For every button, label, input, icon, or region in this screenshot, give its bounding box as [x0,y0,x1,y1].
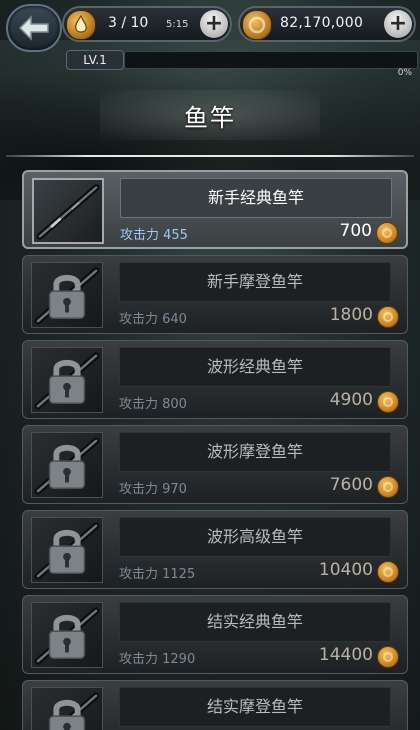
rod-name: 新手摩登鱼竿 [119,262,391,302]
energy-value: 3 / 10 [108,15,149,31]
fishing-rod-icon [36,184,100,240]
rod-price: 700 [339,221,372,241]
rod-thumbnail [32,178,104,244]
rod-attack: 攻击力 970 [119,482,187,497]
level-percent: 0% [397,68,412,78]
rod-price: 7600 [329,475,373,495]
lock-icon [48,359,86,404]
lock-icon [48,274,86,319]
rod-thumbnail [31,517,103,583]
rod-card[interactable]: 结实摩登鱼竿 [22,680,408,730]
energy-timer: 5:15 [166,19,189,30]
rod-name: 波形经典鱼竿 [119,347,391,387]
level-label: LV.1 [66,50,124,70]
rod-card[interactable]: 结实经典鱼竿攻击力 1290 14400 [22,595,408,674]
rod-thumbnail [31,262,103,328]
coin-icon [377,476,399,498]
rod-thumbnail [31,602,103,668]
page-title: 鱼竿 [184,104,236,132]
plus-icon: + [388,11,408,36]
rod-price: 10400 [318,560,373,580]
rod-name: 结实摩登鱼竿 [119,687,391,727]
rod-list: 新手经典鱼竿攻击力 455 700 新手摩登鱼竿攻击力 640 1800 波形经典鱼… [0,170,420,730]
rod-card[interactable]: 波形高级鱼竿攻击力 1125 10400 [22,510,408,589]
level-progress-track [124,51,418,69]
back-button[interactable] [6,4,62,52]
flame-icon [66,10,96,40]
rod-price: 1800 [329,305,373,325]
rod-card[interactable]: 新手经典鱼竿攻击力 455 700 [22,170,408,249]
coin-icon [377,561,399,583]
add-coins-button[interactable]: + [384,10,412,38]
rod-name: 新手经典鱼竿 [120,178,392,218]
rod-name: 结实经典鱼竿 [119,602,391,642]
lock-icon [48,614,86,659]
rod-attack: 攻击力 1290 [119,652,196,667]
coin-icon [242,10,272,40]
coin-icon [376,222,398,244]
rod-card[interactable]: 新手摩登鱼竿攻击力 640 1800 [22,255,408,334]
rod-price: 4900 [329,390,373,410]
lock-icon [48,529,86,574]
rod-name: 波形摩登鱼竿 [119,432,391,472]
back-arrow-icon [18,15,49,41]
rod-attack: 攻击力 1125 [119,567,196,582]
level-bar: LV.1 0% [66,50,418,80]
add-energy-button[interactable]: + [200,10,228,38]
coin-icon [377,646,399,668]
plus-icon: + [204,11,224,36]
lock-icon [48,699,86,730]
rod-card[interactable]: 波形摩登鱼竿攻击力 970 7600 [22,425,408,504]
rod-price: 14400 [318,645,373,665]
energy-counter: 3 / 10 5:15 + [62,6,232,42]
title-divider [6,155,414,157]
rod-thumbnail [31,347,103,413]
rod-thumbnail [31,432,103,498]
rod-name: 波形高级鱼竿 [119,517,391,557]
coin-icon [377,391,399,413]
lock-icon [48,444,86,489]
coin-counter: 82,170,000 + [238,6,416,42]
coin-icon [377,306,399,328]
rod-card[interactable]: 波形经典鱼竿攻击力 800 4900 [22,340,408,419]
rod-attack: 攻击力 800 [119,397,187,412]
coin-value: 82,170,000 [280,15,364,31]
rod-thumbnail [31,687,103,730]
rod-attack: 攻击力 640 [119,312,187,327]
rod-attack: 攻击力 455 [120,228,188,243]
